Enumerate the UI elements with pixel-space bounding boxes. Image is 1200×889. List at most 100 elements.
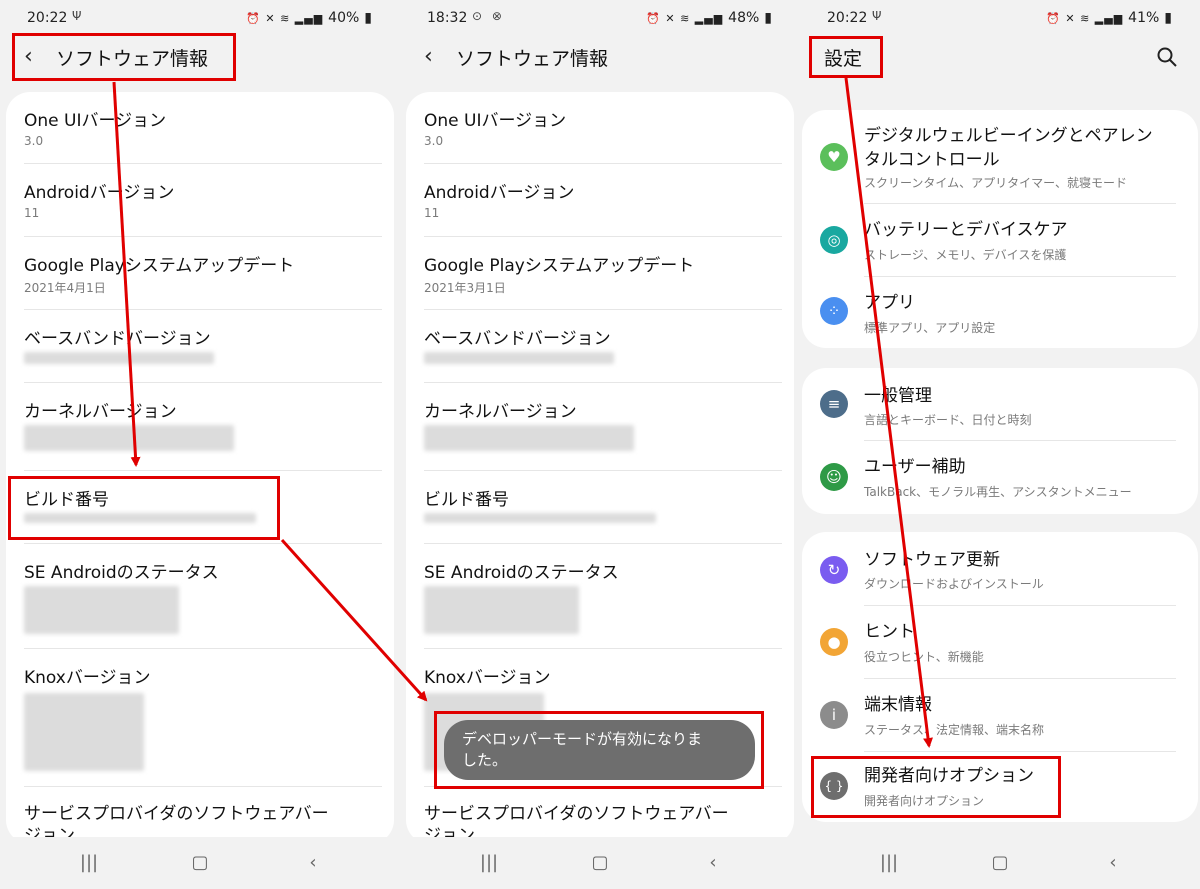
accessibility-icon: ☺ [820, 463, 848, 491]
blurred-value [24, 586, 179, 634]
setting-apps[interactable]: ⁘ アプリ 標準アプリ、アプリ設定 [802, 277, 1198, 348]
row-title: カーネルバージョン [424, 402, 577, 422]
software-update-icon: ↻ [820, 556, 848, 584]
setting-subtitle: 言語とキーボード、日付と時刻 [864, 413, 1032, 427]
list-item-baseband[interactable]: ベースバンドバージョン [24, 310, 382, 383]
panel-software-info-1: 20:22 Ψ ⏰ ✕ ≋ ▂▄▆ 40% ▮ ‹ ソフトウェア情報 One U… [0, 0, 400, 889]
back-nav-icon[interactable]: ‹ [701, 851, 725, 875]
setting-subtitle: ステータス、法定情報、端末名称 [864, 723, 1045, 737]
usb-icon: Ψ [72, 9, 85, 23]
list-item-kernel[interactable]: カーネルバージョン [24, 383, 382, 471]
blurred-value [24, 352, 214, 364]
nav-bar: ||| ▢ ‹ [800, 837, 1200, 889]
setting-subtitle: TalkBack、モノラル再生、アシスタントメニュー [864, 485, 1132, 499]
settings-group-1: ♥ デジタルウェルビーイングとペアレン タルコントロール スクリーンタイム、アプ… [802, 110, 1198, 348]
apps-icon: ⁘ [820, 297, 848, 325]
about-phone-icon: i [820, 701, 848, 729]
page-title: ソフトウェア情報 [456, 48, 609, 70]
row-title: Androidバージョン [424, 183, 575, 203]
home-icon[interactable]: ▢ [188, 851, 212, 875]
setting-device-care[interactable]: ◎ バッテリーとデバイスケア ストレージ、メモリ、デバイスを保護 [802, 204, 1198, 277]
setting-accessibility[interactable]: ☺ ユーザー補助 TalkBack、モノラル再生、アシスタントメニュー [802, 441, 1198, 514]
blurred-value [24, 425, 234, 451]
app-bar: ‹ ソフトウェア情報 [400, 38, 800, 78]
list-item-kernel[interactable]: カーネルバージョン [424, 383, 782, 471]
signal-icons: ⏰ ✕ ≋ ▂▄▆ [246, 11, 324, 25]
setting-title: バッテリーとデバイスケア [864, 220, 1068, 240]
setting-title: アプリ [864, 293, 915, 313]
row-title: Google Playシステムアップデート [24, 256, 295, 276]
back-nav-icon[interactable]: ‹ [301, 851, 325, 875]
battery-level: 48% [728, 10, 760, 26]
list-item-one-ui[interactable]: One UIバージョン 3.0 [424, 92, 782, 164]
setting-general-management[interactable]: ≡ 一般管理 言語とキーボード、日付と時刻 [802, 368, 1198, 441]
row-title: One UIバージョン [424, 111, 567, 131]
home-icon[interactable]: ▢ [988, 851, 1012, 875]
row-title: SE Androidのステータス [424, 563, 619, 583]
row-value: 11 [424, 206, 440, 220]
setting-tips[interactable]: ● ヒント 役立つヒント、新機能 [802, 606, 1198, 679]
row-value: 3.0 [24, 134, 44, 148]
wellbeing-icon: ♥ [820, 143, 848, 171]
setting-subtitle: スクリーンタイム、アプリタイマー、就寝モード [864, 176, 1128, 190]
setting-subtitle: ストレージ、メモリ、デバイスを保護 [864, 248, 1067, 262]
setting-software-update[interactable]: ↻ ソフトウェア更新 ダウンロードおよびインストール [802, 532, 1198, 606]
home-icon[interactable]: ▢ [588, 851, 612, 875]
row-title: One UIバージョン [24, 111, 167, 131]
back-nav-icon[interactable]: ‹ [1101, 851, 1125, 875]
row-value: 2021年3月1日 [424, 281, 506, 295]
list-item-build-number[interactable]: ビルド番号 [424, 471, 782, 544]
device-care-icon: ◎ [820, 226, 848, 254]
status-bar: 18:32 ⊙ ⊗ ⏰ ✕ ≋ ▂▄▆ 48% ▮ [400, 0, 800, 36]
list-item-google-play-update[interactable]: Google Playシステムアップデート 2021年3月1日 [424, 237, 782, 310]
back-icon[interactable]: ‹ [424, 44, 442, 70]
list-item-se-android[interactable]: SE Androidのステータス [24, 544, 382, 649]
battery-level: 40% [328, 10, 360, 26]
row-title: SE Androidのステータス [24, 563, 219, 583]
tips-icon: ● [820, 628, 848, 656]
status-bar: 20:22 Ψ ⏰ ✕ ≋ ▂▄▆ 41% ▮ [800, 0, 1200, 36]
setting-digital-wellbeing[interactable]: ♥ デジタルウェルビーイングとペアレン タルコントロール スクリーンタイム、アプ… [802, 110, 1198, 204]
nav-bar: ||| ▢ ‹ [0, 837, 400, 889]
setting-title: 端末情報 [864, 695, 932, 715]
list-item-service-provider[interactable]: サービスプロバイダのソフトウェアバー ジョン [424, 787, 782, 844]
list-item-se-android[interactable]: SE Androidのステータス [424, 544, 782, 649]
highlight-toast-box [434, 711, 764, 789]
list-item-android-version[interactable]: Androidバージョン 11 [424, 164, 782, 237]
setting-subtitle: ダウンロードおよびインストール [864, 577, 1044, 591]
search-icon[interactable] [1156, 46, 1178, 68]
general-management-icon: ≡ [820, 390, 848, 418]
blurred-value [424, 586, 579, 634]
list-item-knox[interactable]: Knoxバージョン [24, 649, 382, 787]
setting-title: ヒント [864, 622, 915, 642]
row-title: Knoxバージョン [424, 668, 551, 688]
highlight-build-number-box [8, 476, 280, 540]
list-item-android-version[interactable]: Androidバージョン 11 [24, 164, 382, 237]
blurred-value [424, 352, 614, 364]
battery-icon: ▮ [1164, 10, 1172, 26]
nav-bar: ||| ▢ ‹ [400, 837, 800, 889]
settings-group-2: ≡ 一般管理 言語とキーボード、日付と時刻 ☺ ユーザー補助 TalkBack、… [802, 368, 1198, 514]
row-title: ベースバンドバージョン [24, 329, 211, 349]
status-time: 20:22 [27, 10, 68, 26]
row-title: Androidバージョン [24, 183, 175, 203]
recent-apps-icon[interactable]: ||| [77, 851, 101, 875]
list-item-one-ui[interactable]: One UIバージョン 3.0 [24, 92, 382, 164]
recent-apps-icon[interactable]: ||| [477, 851, 501, 875]
status-time: 20:22 [827, 10, 868, 26]
row-title: ベースバンドバージョン [424, 329, 611, 349]
software-info-list: One UIバージョン 3.0 Androidバージョン 11 Google P… [6, 92, 394, 844]
setting-title: ユーザー補助 [864, 457, 966, 477]
row-title: カーネルバージョン [24, 402, 177, 422]
list-item-service-provider[interactable]: サービスプロバイダのソフトウェアバー ジョン [24, 787, 382, 844]
list-item-baseband[interactable]: ベースバンドバージョン [424, 310, 782, 383]
setting-about-phone[interactable]: i 端末情報 ステータス、法定情報、端末名称 [802, 679, 1198, 752]
setting-subtitle: 標準アプリ、アプリ設定 [864, 321, 996, 335]
setting-subtitle: 役立つヒント、新機能 [864, 650, 984, 664]
setting-title: ソフトウェア更新 [864, 550, 1000, 570]
list-item-google-play-update[interactable]: Google Playシステムアップデート 2021年4月1日 [24, 237, 382, 310]
battery-icon: ▮ [764, 10, 772, 26]
recent-apps-icon[interactable]: ||| [877, 851, 901, 875]
battery-icon: ▮ [364, 10, 372, 26]
notification-icons: ⊙ ⊗ [472, 9, 505, 23]
